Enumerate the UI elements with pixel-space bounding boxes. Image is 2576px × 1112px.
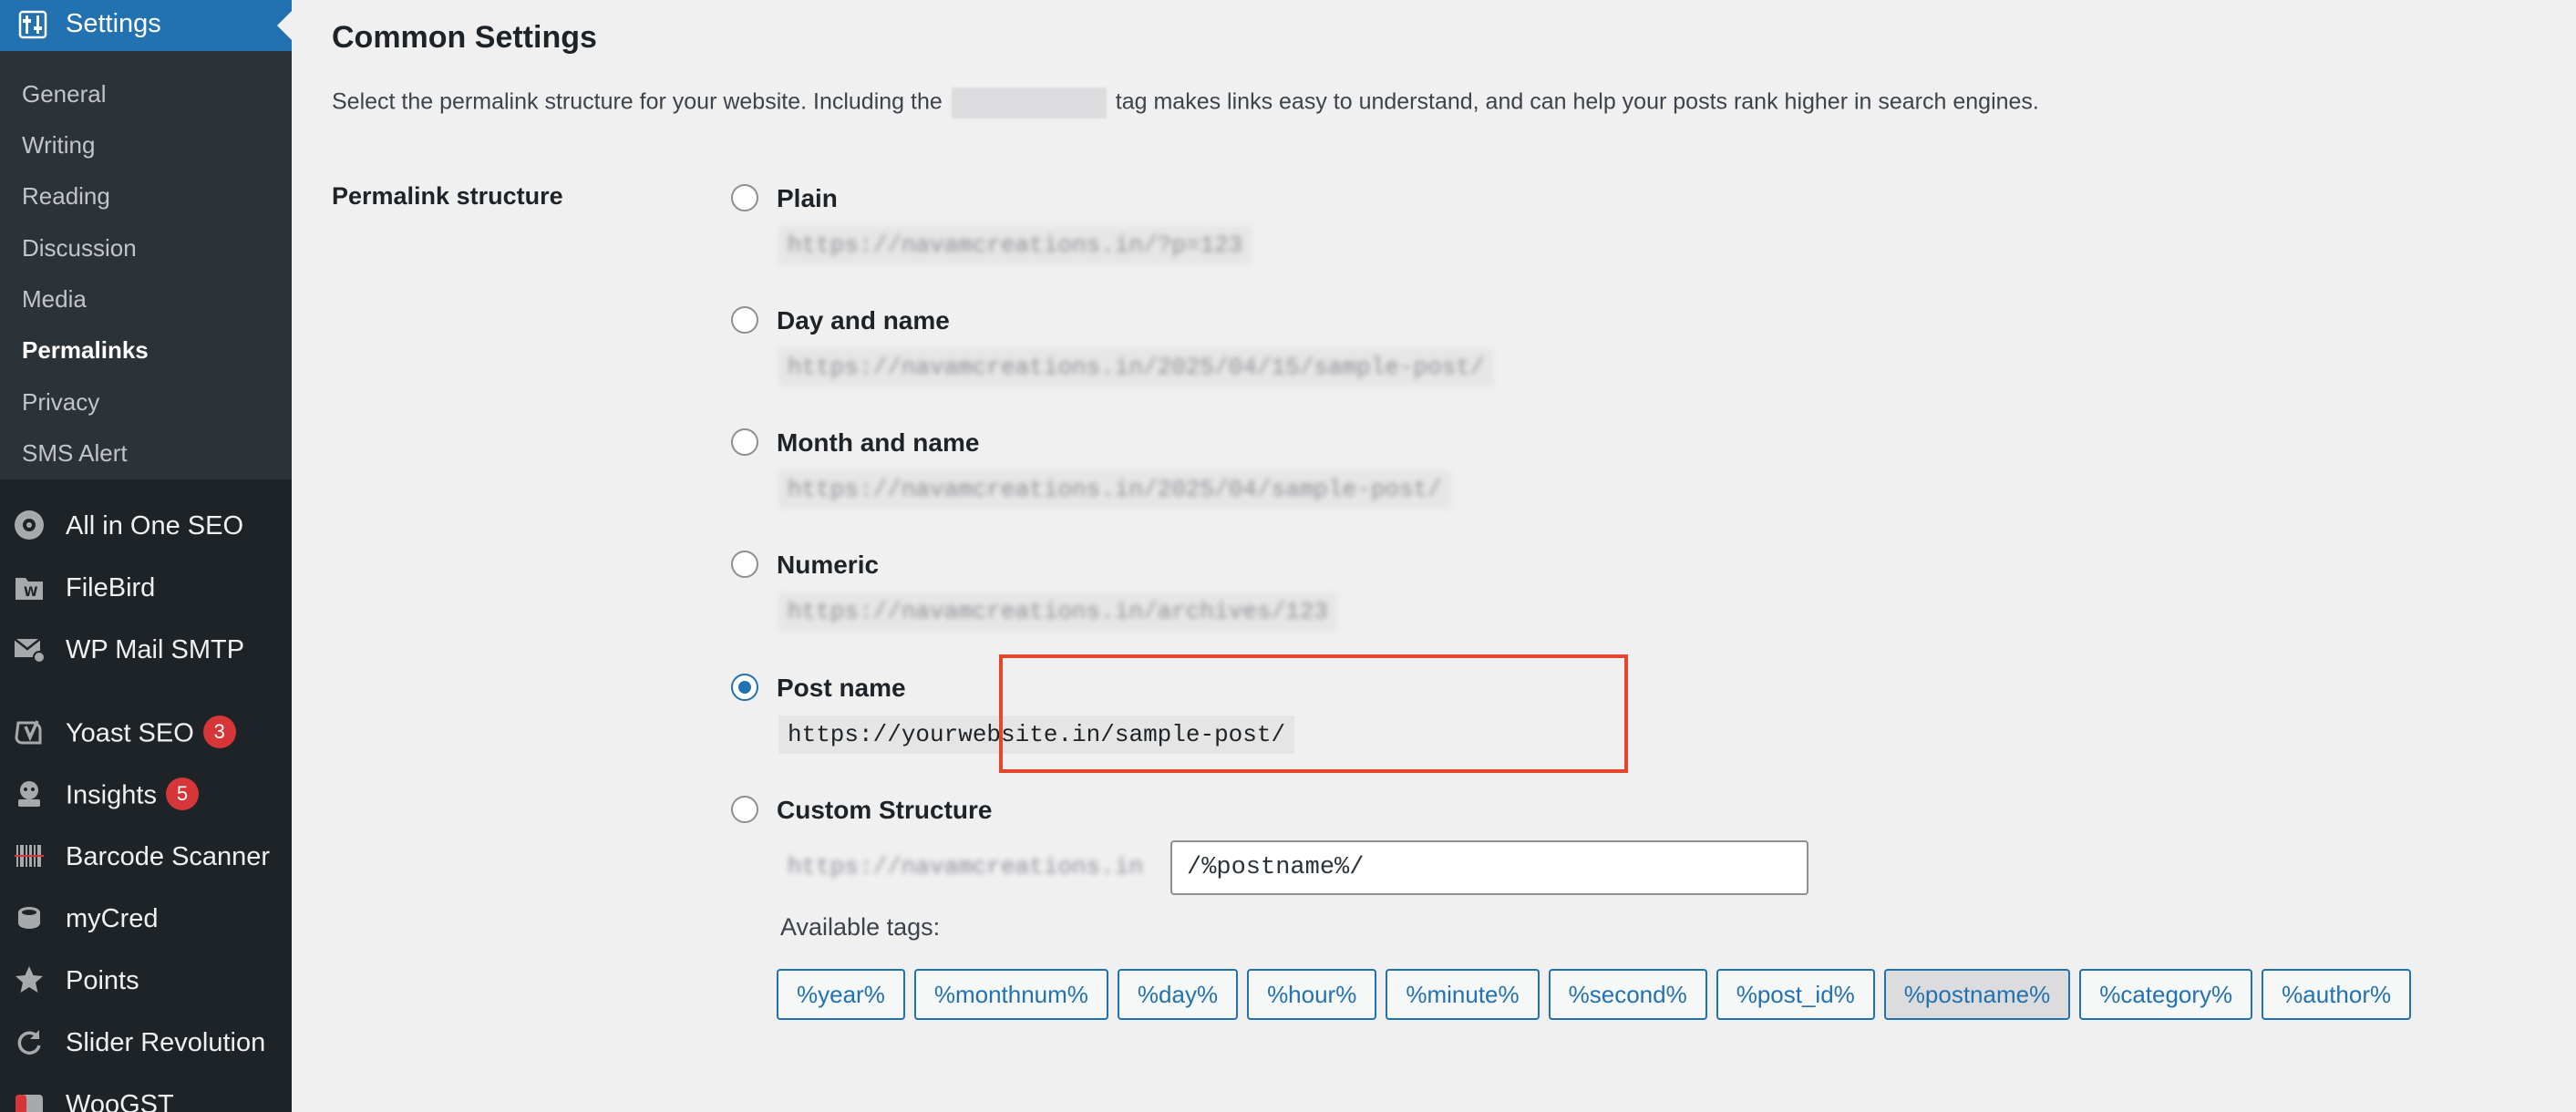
star-icon <box>15 966 43 993</box>
menu-mycred[interactable]: myCred <box>0 891 292 945</box>
menu-settings-label: Settings <box>66 9 161 38</box>
option-label[interactable]: Post name <box>777 674 906 703</box>
permalink-structure-label: Permalink structure <box>332 182 563 210</box>
menu-insights[interactable]: Insights 5 <box>0 767 292 821</box>
mail-icon <box>14 638 46 664</box>
menu-all-in-one-seo[interactable]: All in One SEO <box>0 498 292 552</box>
postname-tag-code <box>951 88 1107 118</box>
option-label[interactable]: Custom Structure <box>777 796 992 825</box>
submenu-privacy[interactable]: Privacy <box>22 388 99 417</box>
intro-text: Select the permalink structure for your … <box>332 88 2039 118</box>
custom-structure-prefix: https://navamcreations.in <box>788 853 1144 880</box>
tag-author-button[interactable]: %author% <box>2262 969 2412 1020</box>
example-url: https://navamcreations.in/?p=123 <box>778 226 1252 264</box>
radio-day-and-name[interactable] <box>731 306 758 334</box>
menu-label: Yoast SEO 3 <box>66 716 236 751</box>
menu-label: FileBird <box>66 573 156 602</box>
menu-label: Barcode Scanner <box>66 842 271 871</box>
example-url: https://navamcreations.in/2025/04/15/sam… <box>778 348 1494 386</box>
submenu-reading[interactable]: Reading <box>22 182 110 211</box>
submenu-sms-alert[interactable]: SMS Alert <box>22 439 128 468</box>
available-tags-list: %year% %monthnum% %day% %hour% %minute% … <box>777 969 2412 1020</box>
mycred-icon <box>18 907 40 929</box>
menu-label: WP Mail SMTP <box>66 635 245 664</box>
menu-label: WooGST <box>66 1090 174 1112</box>
settings-sliders-icon <box>18 10 47 39</box>
example-url: https://navamcreations.in/archives/123 <box>778 592 1337 631</box>
notification-badge: 5 <box>165 777 199 810</box>
option-label[interactable]: Day and name <box>777 306 950 335</box>
submenu-writing[interactable]: Writing <box>22 131 95 160</box>
tag-hour-button[interactable]: %hour% <box>1247 969 1377 1020</box>
example-url: https://navamcreations.in/2025/04/sample… <box>778 470 1451 509</box>
menu-wp-mail-smtp[interactable]: WP Mail SMTP <box>0 622 292 676</box>
svg-text:W: W <box>24 585 37 600</box>
menu-label: All in One SEO <box>66 511 244 541</box>
notification-badge: 3 <box>202 716 236 748</box>
submenu-media[interactable]: Media <box>22 285 87 314</box>
menu-barcode-scanner[interactable]: Barcode Scanner <box>0 829 292 883</box>
tag-postname-button[interactable]: %postname% <box>1883 969 2071 1020</box>
radio-plain[interactable] <box>731 184 758 211</box>
yoast-icon <box>15 720 42 745</box>
option-label[interactable]: Month and name <box>777 428 979 458</box>
tag-post-id-button[interactable]: %post_id% <box>1716 969 1875 1020</box>
tag-minute-button[interactable]: %minute% <box>1386 969 1540 1020</box>
submenu-discussion[interactable]: Discussion <box>22 234 137 263</box>
highlight-annotation-box <box>999 654 1628 773</box>
option-label[interactable]: Plain <box>777 184 838 213</box>
barcode-icon <box>15 845 44 867</box>
menu-label: Slider Revolution <box>66 1028 266 1057</box>
submenu-permalinks[interactable]: Permalinks <box>22 336 149 365</box>
menu-woogst[interactable]: WooGST <box>0 1076 292 1112</box>
insights-icon <box>18 781 40 807</box>
menu-label: myCred <box>66 904 159 933</box>
radio-post-name[interactable] <box>731 674 758 701</box>
menu-label: Insights 5 <box>66 777 199 813</box>
submenu-general[interactable]: General <box>22 80 107 108</box>
tag-category-button[interactable]: %category% <box>2079 969 2253 1020</box>
radio-month-and-name[interactable] <box>731 428 758 456</box>
menu-slider-revolution[interactable]: Slider Revolution <box>0 1014 292 1069</box>
menu-filebird[interactable]: W FileBird <box>0 560 292 614</box>
radio-custom-structure[interactable] <box>731 796 758 823</box>
refresh-icon <box>17 1030 41 1055</box>
menu-yoast-seo[interactable]: Yoast SEO 3 <box>0 705 292 759</box>
aioseo-icon <box>15 510 44 540</box>
menu-points[interactable]: Points <box>0 952 292 1007</box>
main-content: Common Settings Select the permalink str… <box>292 0 2576 1112</box>
intro-text-after: tag makes links easy to understand, and … <box>1115 88 2039 115</box>
section-title: Common Settings <box>332 20 597 55</box>
available-tags-label: Available tags: <box>780 913 941 941</box>
filebird-icon: W <box>15 578 43 600</box>
option-label[interactable]: Numeric <box>777 551 879 580</box>
admin-sidebar: Settings General Writing Reading Discuss… <box>0 0 292 1112</box>
radio-numeric[interactable] <box>731 551 758 578</box>
tag-year-button[interactable]: %year% <box>777 969 905 1020</box>
tag-monthnum-button[interactable]: %monthnum% <box>913 969 1108 1020</box>
tag-second-button[interactable]: %second% <box>1548 969 1707 1020</box>
intro-text-before: Select the permalink structure for your … <box>332 88 943 115</box>
custom-structure-input[interactable]: /%postname%/ <box>1170 840 1808 895</box>
woogst-icon <box>15 1095 43 1112</box>
menu-settings[interactable]: Settings <box>0 0 292 51</box>
settings-submenu: General Writing Reading Discussion Media… <box>0 51 292 479</box>
tag-day-button[interactable]: %day% <box>1117 969 1239 1020</box>
current-menu-arrow <box>277 11 292 40</box>
menu-label: Points <box>66 966 139 995</box>
